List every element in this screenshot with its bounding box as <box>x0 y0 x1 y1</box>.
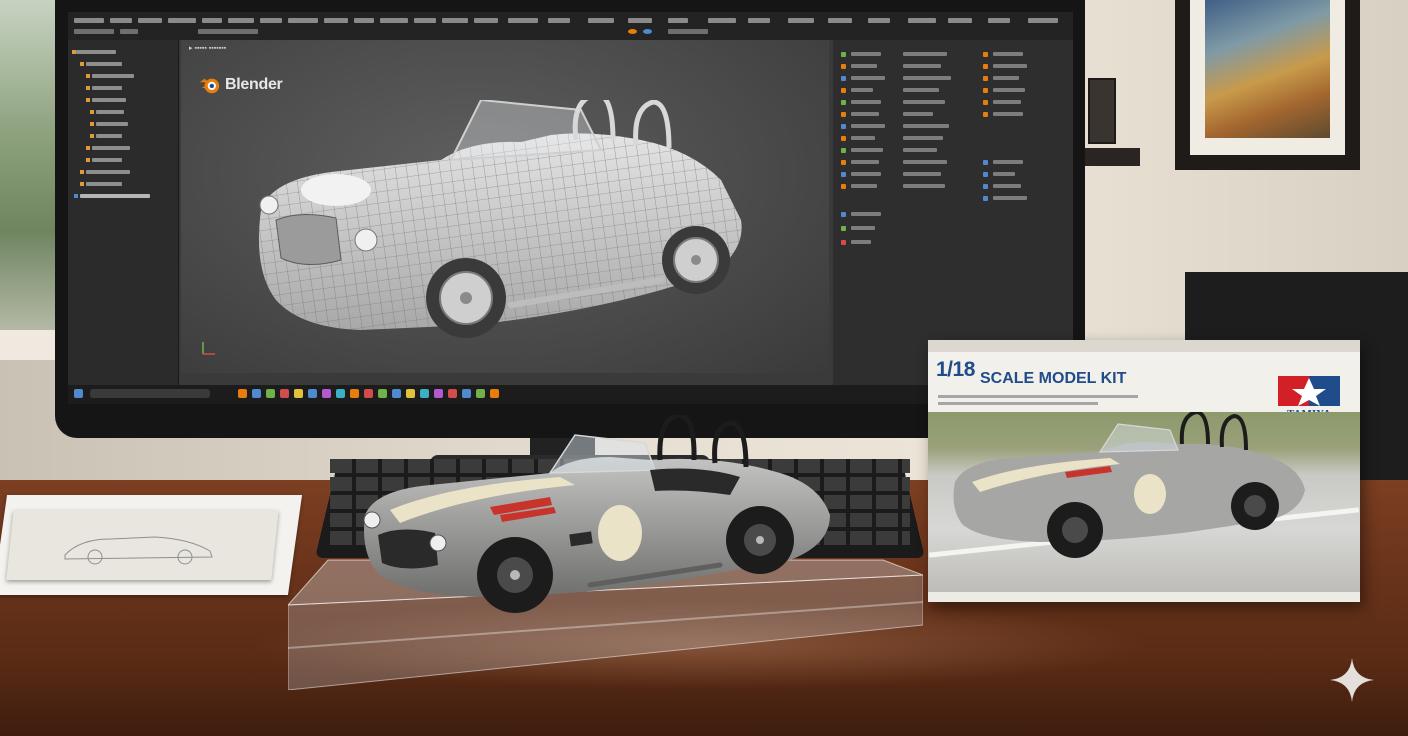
box-art-car <box>953 412 1305 558</box>
axis-indicator <box>202 342 215 355</box>
car-sketch <box>64 536 213 565</box>
box-lid-edge <box>928 340 1360 352</box>
box-title: SCALE MODEL KIT <box>980 370 1127 387</box>
photo-scene: ▸ ▪▪▪▪▪ ▪▪▪▪▪▪▪ Blender 1/18 SCALE MODEL… <box>0 0 1408 736</box>
shelf-photo-frame <box>1088 78 1116 144</box>
outliner-panel[interactable] <box>68 40 179 385</box>
sparkle-icon <box>1330 658 1374 702</box>
blender-wordmark: Blender <box>225 76 283 93</box>
viewport-header: ▸ ▪▪▪▪▪ ▪▪▪▪▪▪▪ <box>189 45 227 52</box>
taskbar-search[interactable] <box>90 389 210 398</box>
box-scale-label: 1/18 <box>936 358 975 381</box>
wall-shelf <box>1085 148 1140 166</box>
windows-taskbar[interactable] <box>68 385 1073 404</box>
wireframe-car-model[interactable] <box>241 100 761 370</box>
3d-viewport[interactable]: ▸ ▪▪▪▪▪ ▪▪▪▪▪▪▪ Blender <box>181 40 878 373</box>
blender-menu-bar[interactable] <box>68 12 1073 40</box>
framed-painting <box>1205 0 1330 138</box>
monitor-screen: ▸ ▪▪▪▪▪ ▪▪▪▪▪▪▪ Blender <box>68 12 1073 404</box>
tamiya-star-icon <box>1278 376 1340 406</box>
blender-brand: Blender <box>199 74 283 96</box>
properties-panel[interactable] <box>833 40 1073 385</box>
scale-model-car <box>363 415 830 613</box>
blender-logo-icon <box>199 78 220 94</box>
model-kit-box: 1/18 SCALE MODEL KIT TAMIYA <box>928 340 1360 602</box>
start-icon[interactable] <box>74 389 83 398</box>
